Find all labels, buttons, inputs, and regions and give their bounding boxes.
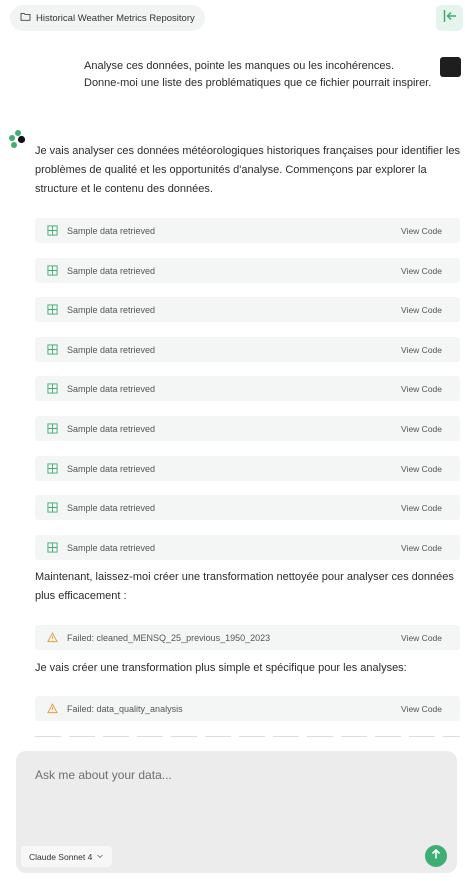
user-message-line: Analyse ces données, pointe les manques … <box>84 60 395 72</box>
view-code-button[interactable]: View Code <box>401 266 442 276</box>
view-code-button[interactable]: View Code <box>401 633 442 643</box>
view-code-button[interactable]: View Code <box>401 503 442 513</box>
breadcrumb[interactable]: Historical Weather Metrics Repository <box>10 5 205 31</box>
chat-composer[interactable]: Ask me about your data... Claude Sonnet … <box>16 751 457 873</box>
tool-call-label: Sample data retrieved <box>67 383 156 394</box>
view-code-button[interactable]: View Code <box>401 384 442 394</box>
tool-call-label: Sample data retrieved <box>67 423 156 434</box>
send-button[interactable] <box>425 845 447 867</box>
warning-icon <box>46 703 58 715</box>
view-code-button[interactable]: View Code <box>401 543 442 553</box>
tool-call-row[interactable]: Sample data retrieved View Code <box>35 416 460 441</box>
user-message: Analyse ces données, pointe les manques … <box>84 58 434 92</box>
scroll-fade-divider <box>35 733 460 739</box>
user-message-line: Donne-moi une liste des problématiques q… <box>84 77 432 89</box>
view-code-button[interactable]: View Code <box>401 305 442 315</box>
tool-call-failed-row[interactable]: Failed: data_quality_analysis View Code <box>35 696 460 721</box>
table-icon <box>46 265 58 277</box>
tool-call-label: Failed: data_quality_analysis <box>67 703 183 714</box>
view-code-button[interactable]: View Code <box>401 226 442 236</box>
tool-call-row[interactable]: Sample data retrieved View Code <box>35 258 460 283</box>
view-code-button[interactable]: View Code <box>401 345 442 355</box>
table-icon <box>46 383 58 395</box>
tool-call-label: Sample data retrieved <box>67 344 156 355</box>
arrow-up-icon <box>430 847 442 865</box>
assistant-logo-icon <box>8 129 28 149</box>
table-icon <box>46 502 58 514</box>
warning-icon <box>46 632 58 644</box>
tool-call-label: Sample data retrieved <box>67 225 156 236</box>
table-icon <box>46 463 58 475</box>
top-bar: Historical Weather Metrics Repository <box>0 0 465 40</box>
tool-call-row[interactable]: Sample data retrieved View Code <box>35 495 460 520</box>
sidebar-collapse-icon <box>442 8 458 29</box>
tool-call-label: Failed: cleaned_MENSQ_25_previous_1950_2… <box>67 632 271 643</box>
assistant-text: Maintenant, laissez-moi créer une transf… <box>35 571 454 602</box>
avatar <box>440 57 461 77</box>
table-icon <box>46 542 58 554</box>
assistant-text: Je vais créer une transformation plus si… <box>35 662 407 674</box>
table-icon <box>46 304 58 316</box>
tool-call-row[interactable]: Sample data retrieved View Code <box>35 337 460 362</box>
sidebar-collapse-button[interactable] <box>436 5 463 31</box>
view-code-button[interactable]: View Code <box>401 704 442 714</box>
folder-icon <box>20 11 31 25</box>
tool-call-row[interactable]: Sample data retrieved View Code <box>35 456 460 481</box>
tool-call-label: Sample data retrieved <box>67 502 156 513</box>
view-code-button[interactable]: View Code <box>401 464 442 474</box>
view-code-button[interactable]: View Code <box>401 424 442 434</box>
tool-call-label: Sample data retrieved <box>67 542 156 553</box>
chevron-down-icon <box>96 852 104 862</box>
chat-input[interactable]: Ask me about your data... <box>35 768 172 782</box>
tool-call-label: Sample data retrieved <box>67 265 156 276</box>
table-icon <box>46 423 58 435</box>
tool-call-label: Sample data retrieved <box>67 463 156 474</box>
tool-call-label: Sample data retrieved <box>67 304 156 315</box>
assistant-intro-text: Je vais analyser ces données météorologi… <box>35 145 460 195</box>
tool-call-row[interactable]: Sample data retrieved View Code <box>35 376 460 401</box>
tool-call-row[interactable]: Sample data retrieved View Code <box>35 297 460 322</box>
model-selector[interactable]: Claude Sonnet 4 <box>21 846 113 867</box>
table-icon <box>46 344 58 356</box>
tool-call-row[interactable]: Sample data retrieved View Code <box>35 535 460 560</box>
tool-call-failed-row[interactable]: Failed: cleaned_MENSQ_25_previous_1950_2… <box>35 625 460 650</box>
model-selector-label: Claude Sonnet 4 <box>29 851 93 862</box>
tool-call-row[interactable]: Sample data retrieved View Code <box>35 218 460 243</box>
breadcrumb-label: Historical Weather Metrics Repository <box>36 12 195 24</box>
table-icon <box>46 225 58 237</box>
